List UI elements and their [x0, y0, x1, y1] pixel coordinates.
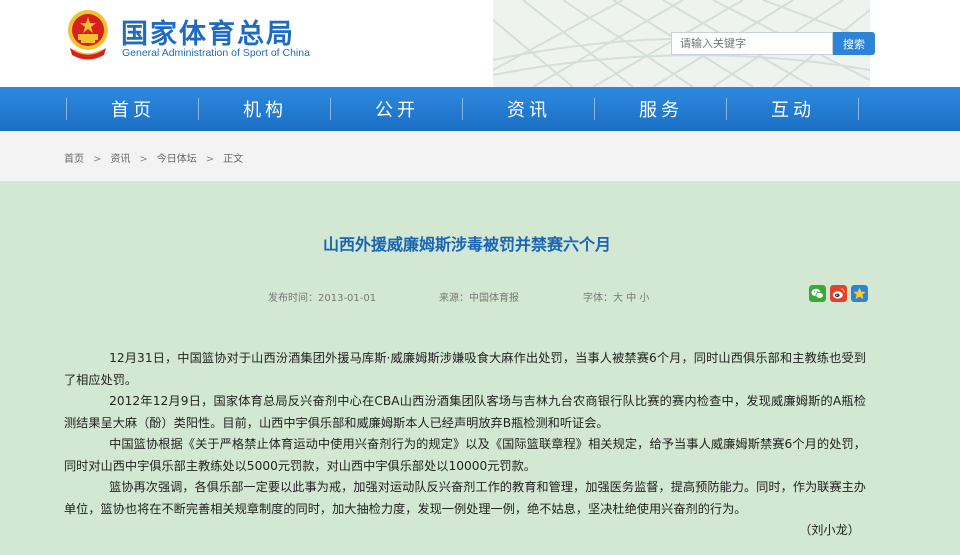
font-size-small[interactable]: 小: [639, 293, 649, 304]
main-nav: 首页 机构 公开 资讯 服务 互动: [0, 87, 960, 131]
breadcrumb-news[interactable]: 资讯: [110, 150, 130, 165]
nav-item-news[interactable]: 资讯: [463, 87, 595, 131]
nav-item-services[interactable]: 服务: [595, 87, 727, 131]
search-input[interactable]: [671, 32, 833, 55]
breadcrumb-today-sports[interactable]: 今日体坛: [157, 150, 197, 165]
publish-date: 发布时间：2013-01-01: [268, 293, 377, 304]
article-paragraph: 篮协再次强调，各俱乐部一定要以此事为戒，加强对运动队反兴奋剂工作的教育和管理，加…: [64, 480, 866, 516]
weibo-icon[interactable]: [830, 285, 847, 302]
site-name[interactable]: 国家体育总局: [121, 12, 295, 51]
article-title: 山西外援威廉姆斯涉毒被罚并禁赛六个月: [322, 235, 611, 254]
site-header: 国家体育总局 General Administration of Sport o…: [0, 0, 960, 87]
wechat-icon[interactable]: [809, 285, 826, 302]
breadcrumb-current: 正文: [223, 154, 244, 165]
nav-item-organization[interactable]: 机构: [199, 87, 331, 131]
article-source: 来源：中国体育报: [439, 293, 519, 304]
breadcrumb-separator: >: [205, 154, 215, 165]
favorite-icon[interactable]: [851, 285, 868, 302]
breadcrumb-bar: 首页 > 资讯 > 今日体坛 > 正文: [0, 131, 960, 181]
breadcrumb-home[interactable]: 首页: [64, 150, 84, 165]
article-paragraph: 12月31日，中国篮协对于山西汾酒集团外援马库斯·威廉姆斯涉嫌吸食大麻作出处罚，…: [64, 351, 866, 387]
font-size-label: 字体：: [583, 293, 613, 304]
nav-item-home[interactable]: 首页: [67, 87, 199, 131]
national-emblem-icon[interactable]: [64, 8, 112, 64]
article-paragraph: 2012年12月9日，国家体育总局反兴奋剂中心在CBA山西汾酒集团队客场与吉林九…: [64, 394, 866, 430]
article-body: 12月31日，中国篮协对于山西汾酒集团外援马库斯·威廉姆斯涉嫌吸食大麻作出处罚，…: [64, 348, 866, 542]
breadcrumb-separator: >: [93, 154, 102, 165]
nav-item-interaction[interactable]: 互动: [727, 87, 859, 131]
article-paragraph: 中国篮协根据《关于严格禁止体育运动中使用兴奋剂行为的规定》以及《国际篮联章程》相…: [64, 437, 866, 473]
font-size-medium[interactable]: 中: [626, 293, 636, 304]
site-name-english: General Administration of Sport of China: [122, 47, 310, 59]
article-author: （刘小龙）: [799, 523, 860, 537]
breadcrumb: 首页 > 资讯 > 今日体坛 > 正文: [64, 150, 243, 165]
font-size-control: 字体：大 中 小: [583, 289, 649, 304]
breadcrumb-separator: >: [139, 154, 148, 165]
font-size-large[interactable]: 大: [613, 293, 623, 304]
nav-item-public[interactable]: 公开: [331, 87, 463, 131]
search-button[interactable]: 搜索: [833, 32, 875, 55]
nav-divider: [858, 98, 859, 120]
